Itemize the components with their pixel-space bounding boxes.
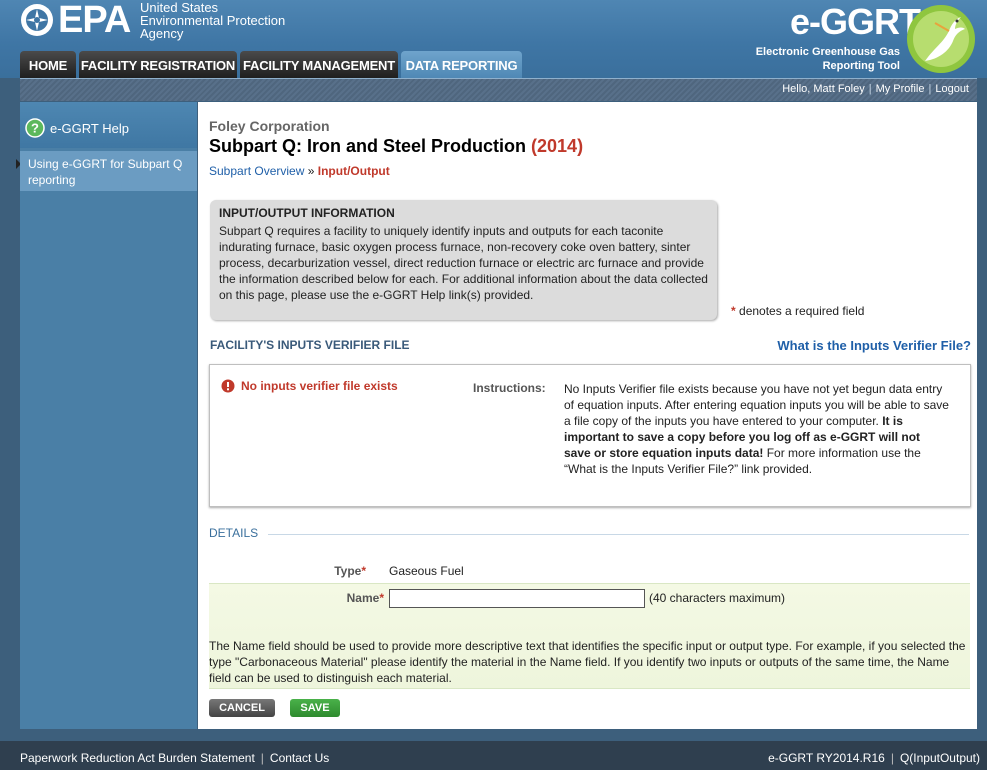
verifier-heading: FACILITY'S INPUTS VERIFIER FILE [210,338,410,352]
help-header: ? e-GGRT Help [20,102,197,148]
breadcrumb-separator: » [307,164,315,178]
tab-facility-management[interactable]: FACILITY MANAGEMENT [240,51,398,78]
required-star: * [731,304,736,318]
type-label: Type* [334,564,366,578]
name-max-length-hint: (40 characters maximum) [649,591,786,605]
name-label: Name* [346,591,384,605]
details-section-label: DETAILS [209,526,259,540]
company-name: Foley Corporation [209,118,330,134]
tab-facility-registration[interactable]: FACILITY REGISTRATION [79,51,237,78]
instructions-label: Instructions: [473,381,546,395]
user-bar: Hello, Matt Foley | My Profile | Logout [20,78,977,101]
contact-us-link[interactable]: Contact Us [270,751,329,765]
logout-link[interactable]: Logout [935,83,969,95]
error-icon [221,379,235,393]
agency-name: United States Environmental Protection A… [140,0,286,41]
type-value: Gaseous Fuel [389,564,464,578]
question-mark-icon: ? [25,118,45,138]
breadcrumb-subpart-overview[interactable]: Subpart Overview [209,164,304,178]
help-link-subpart-q[interactable]: Using e-GGRT for Subpart Q reporting [20,151,197,191]
app-title: e-GGRT [790,1,921,42]
tab-data-reporting[interactable]: DATA REPORTING [401,51,522,78]
tab-home[interactable]: HOME [20,51,76,78]
site-footer: Paperwork Reduction Act Burden Statement… [0,741,987,770]
help-title: e-GGRT Help [50,121,129,136]
info-text: Subpart Q requires a facility to uniquel… [219,224,708,302]
name-help-text: The Name field should be used to provide… [209,639,966,685]
page-title-text: Subpart Q: Iron and Steel Production [209,136,527,156]
required-note-text: denotes a required field [739,304,865,318]
verifier-box: No inputs verifier file exists Instructi… [209,364,971,507]
details-divider [268,534,969,535]
app-subtitle: Electronic Greenhouse Gas Reporting Tool [755,46,900,72]
svg-text:?: ? [31,121,39,136]
footer-version: e-GGRT RY2014.R16 | Q(InputOutput) [768,751,980,765]
reporting-year: (2014) [531,136,584,156]
breadcrumb-current: Input/Output [317,164,390,178]
app-version: e-GGRT RY2014.R16 [768,751,885,765]
page-code: Q(InputOutput) [899,751,980,765]
epa-flower-logo-icon [21,4,53,36]
main-content: Foley Corporation Subpart Q: Iron and St… [198,102,977,729]
user-greeting: Hello, Matt Foley [782,83,865,95]
save-button[interactable]: SAVE [290,699,340,717]
cancel-button[interactable]: CANCEL [209,699,275,717]
info-title: INPUT/OUTPUT INFORMATION [219,206,395,220]
paperwork-reduction-link[interactable]: Paperwork Reduction Act Burden Statement [20,751,255,765]
footer-links: Paperwork Reduction Act Burden Statement… [20,751,330,765]
name-input[interactable] [389,589,645,608]
epa-logo-text: EPA [58,0,131,41]
page-title: Subpart Q: Iron and Steel Production (20… [209,136,583,157]
info-box: INPUT/OUTPUT INFORMATION Subpart Q requi… [210,200,717,320]
instructions-text: No Inputs Verifier file exists because y… [564,382,949,476]
egret-logo-icon [907,5,975,73]
required-field-note: * denotes a required field [731,304,864,318]
help-sidebar: ? e-GGRT Help Using e-GGRT for Subpart Q… [16,102,197,729]
my-profile-link[interactable]: My Profile [876,83,925,95]
name-field-row: Name* (40 characters maximum) The Name f… [209,583,970,689]
breadcrumb: Subpart Overview » Input/Output [209,164,390,178]
site-header: EPA United States Environmental Protecti… [0,0,987,78]
verifier-help-link[interactable]: What is the Inputs Verifier File? [777,338,971,353]
verifier-error-message: No inputs verifier file exists [241,379,398,393]
user-links: Hello, Matt Foley | My Profile | Logout [782,83,969,95]
help-link-label: Using e-GGRT for Subpart Q reporting [28,157,183,187]
